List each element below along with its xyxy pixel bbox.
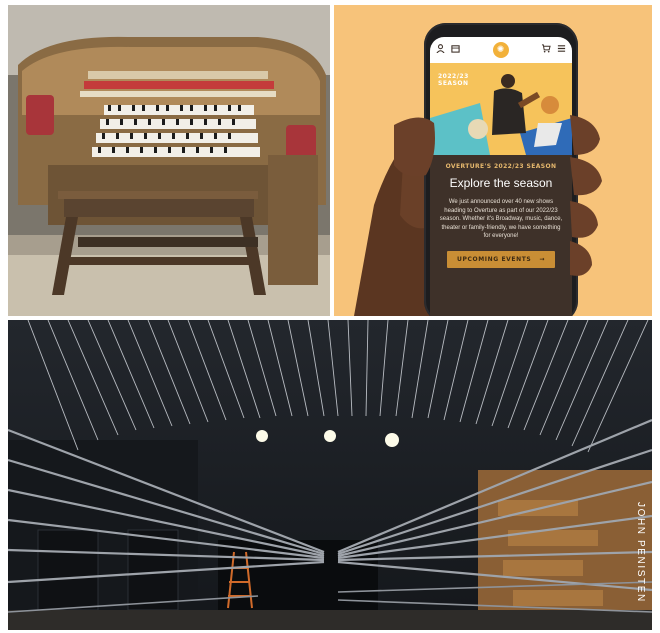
theatre-organ-photo	[8, 5, 330, 316]
photo-credit: JOHN PENISTEN	[635, 502, 646, 603]
organ-illustration	[8, 5, 330, 316]
fingers-illustration	[394, 115, 602, 276]
phone-app-photo: ✺ 2022/23 SEASON OVERTURE'S 2022/23 SEAS…	[334, 5, 652, 316]
stop-tabs	[80, 71, 276, 97]
stage-fly-system-photo: JOHN PENISTEN	[8, 320, 652, 630]
stage-illustration	[8, 320, 652, 630]
